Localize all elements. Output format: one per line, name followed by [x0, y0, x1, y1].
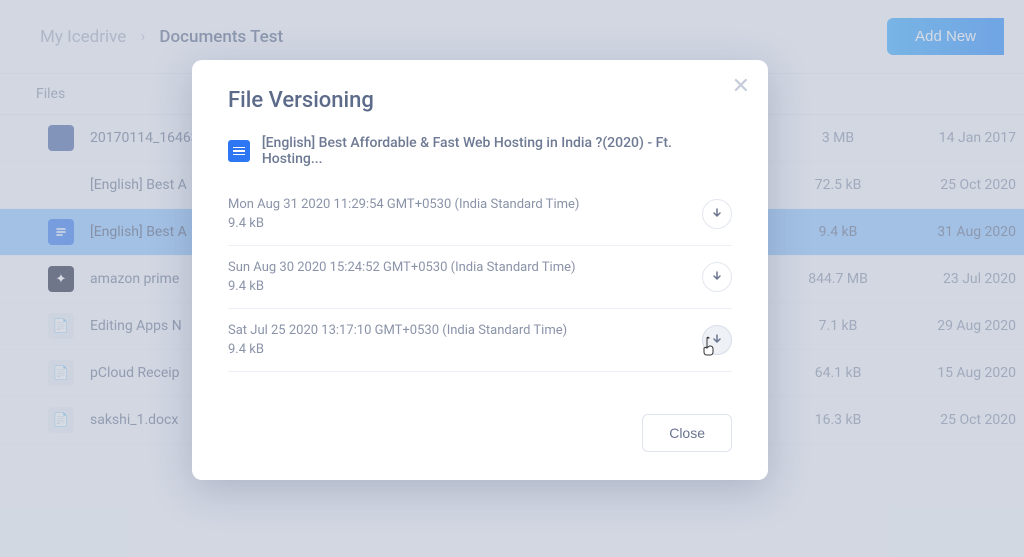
file-versioning-modal: ✕ File Versioning [English] Best Afforda…	[192, 60, 768, 480]
version-date: Sun Aug 30 2020 15:24:52 GMT+0530 (India…	[228, 260, 576, 275]
modal-title: File Versioning	[228, 88, 732, 113]
version-date: Sat Jul 25 2020 13:17:10 GMT+0530 (India…	[228, 323, 567, 338]
download-version-button[interactable]	[702, 325, 732, 355]
version-item: Mon Aug 31 2020 11:29:54 GMT+0530 (India…	[228, 183, 732, 246]
version-item: Sat Jul 25 2020 13:17:10 GMT+0530 (India…	[228, 309, 732, 372]
document-file-icon	[228, 140, 250, 162]
download-version-button[interactable]	[702, 199, 732, 229]
download-icon	[710, 270, 724, 284]
download-version-button[interactable]	[702, 262, 732, 292]
version-list: Mon Aug 31 2020 11:29:54 GMT+0530 (India…	[228, 183, 732, 372]
version-item: Sun Aug 30 2020 15:24:52 GMT+0530 (India…	[228, 246, 732, 309]
version-size: 9.4 kB	[228, 342, 567, 357]
close-button[interactable]: Close	[642, 414, 732, 452]
version-size: 9.4 kB	[228, 279, 576, 294]
version-date: Mon Aug 31 2020 11:29:54 GMT+0530 (India…	[228, 197, 579, 212]
modal-file-name: [English] Best Affordable & Fast Web Hos…	[262, 135, 732, 167]
modal-file-ref: [English] Best Affordable & Fast Web Hos…	[228, 135, 732, 167]
download-icon	[710, 207, 724, 221]
download-icon	[710, 333, 724, 347]
close-icon[interactable]: ✕	[732, 76, 750, 98]
version-size: 9.4 kB	[228, 216, 579, 231]
